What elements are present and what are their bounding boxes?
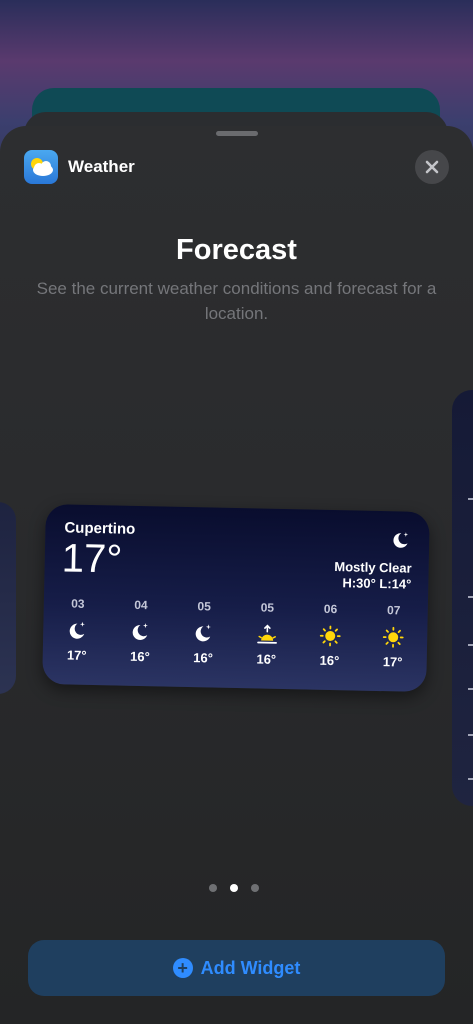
hourly-item: 06 16° [305, 601, 354, 668]
hour-temperature: 16° [319, 652, 340, 669]
hour-label: 05 [260, 600, 275, 615]
hour-label: 06 [323, 601, 338, 617]
hour-temperature: 17° [382, 654, 403, 670]
hour-label: 07 [386, 603, 401, 618]
moon-stars-icon [393, 532, 409, 548]
moon-stars-icon [69, 621, 85, 639]
app-name: Weather [68, 157, 135, 176]
close-button[interactable] [415, 150, 449, 184]
moon-stars-icon [196, 624, 212, 642]
page-dot-active[interactable] [230, 884, 238, 892]
page-dot[interactable] [251, 884, 259, 892]
hour-temperature: 16° [256, 651, 277, 667]
hourly-item: 05 16° [242, 600, 291, 667]
hour-temperature: 16° [193, 650, 214, 666]
add-widget-button[interactable]: + Add Widget [28, 940, 445, 996]
sheet-grabber[interactable] [216, 131, 258, 136]
page-indicator[interactable] [209, 884, 259, 892]
city-name: Cupertino [64, 519, 136, 538]
widget-description: See the current weather conditions and f… [36, 279, 437, 323]
sunrise-icon [256, 624, 277, 644]
hourly-item: 05 16° [179, 599, 228, 666]
previous-widget-preview[interactable] [0, 502, 16, 694]
widget-title: Forecast [176, 234, 297, 266]
close-icon [425, 160, 439, 174]
moon-stars-icon [132, 623, 149, 640]
weather-app-icon [24, 150, 58, 184]
page-dot[interactable] [209, 884, 217, 892]
hour-temperature: 16° [129, 648, 150, 665]
hour-temperature: 17° [66, 647, 87, 663]
hourly-item: 07 17° [368, 603, 417, 670]
condition-text: Mostly Clear [334, 559, 412, 576]
plus-circle-icon: + [172, 958, 193, 978]
add-widget-label: Add Widget [200, 957, 301, 978]
hourly-item: 04 16° [116, 598, 165, 665]
next-widget-preview[interactable] [452, 390, 473, 806]
hourly-forecast: 03 17° 04 16° 05 16° 05 16° 06 16° 07 17… [53, 596, 418, 670]
current-temperature: 17° [61, 536, 123, 582]
forecast-widget-preview[interactable]: Cupertino 17° Mostly Clear H:30° L:14° 0… [42, 503, 430, 693]
high-low-text: H:30° L:14° [342, 575, 412, 592]
hour-label: 03 [71, 596, 85, 611]
sun-icon [319, 625, 341, 647]
hour-label: 04 [134, 597, 148, 613]
sun-icon [382, 626, 404, 648]
hour-label: 05 [197, 599, 212, 614]
hourly-item: 03 17° [53, 596, 102, 663]
